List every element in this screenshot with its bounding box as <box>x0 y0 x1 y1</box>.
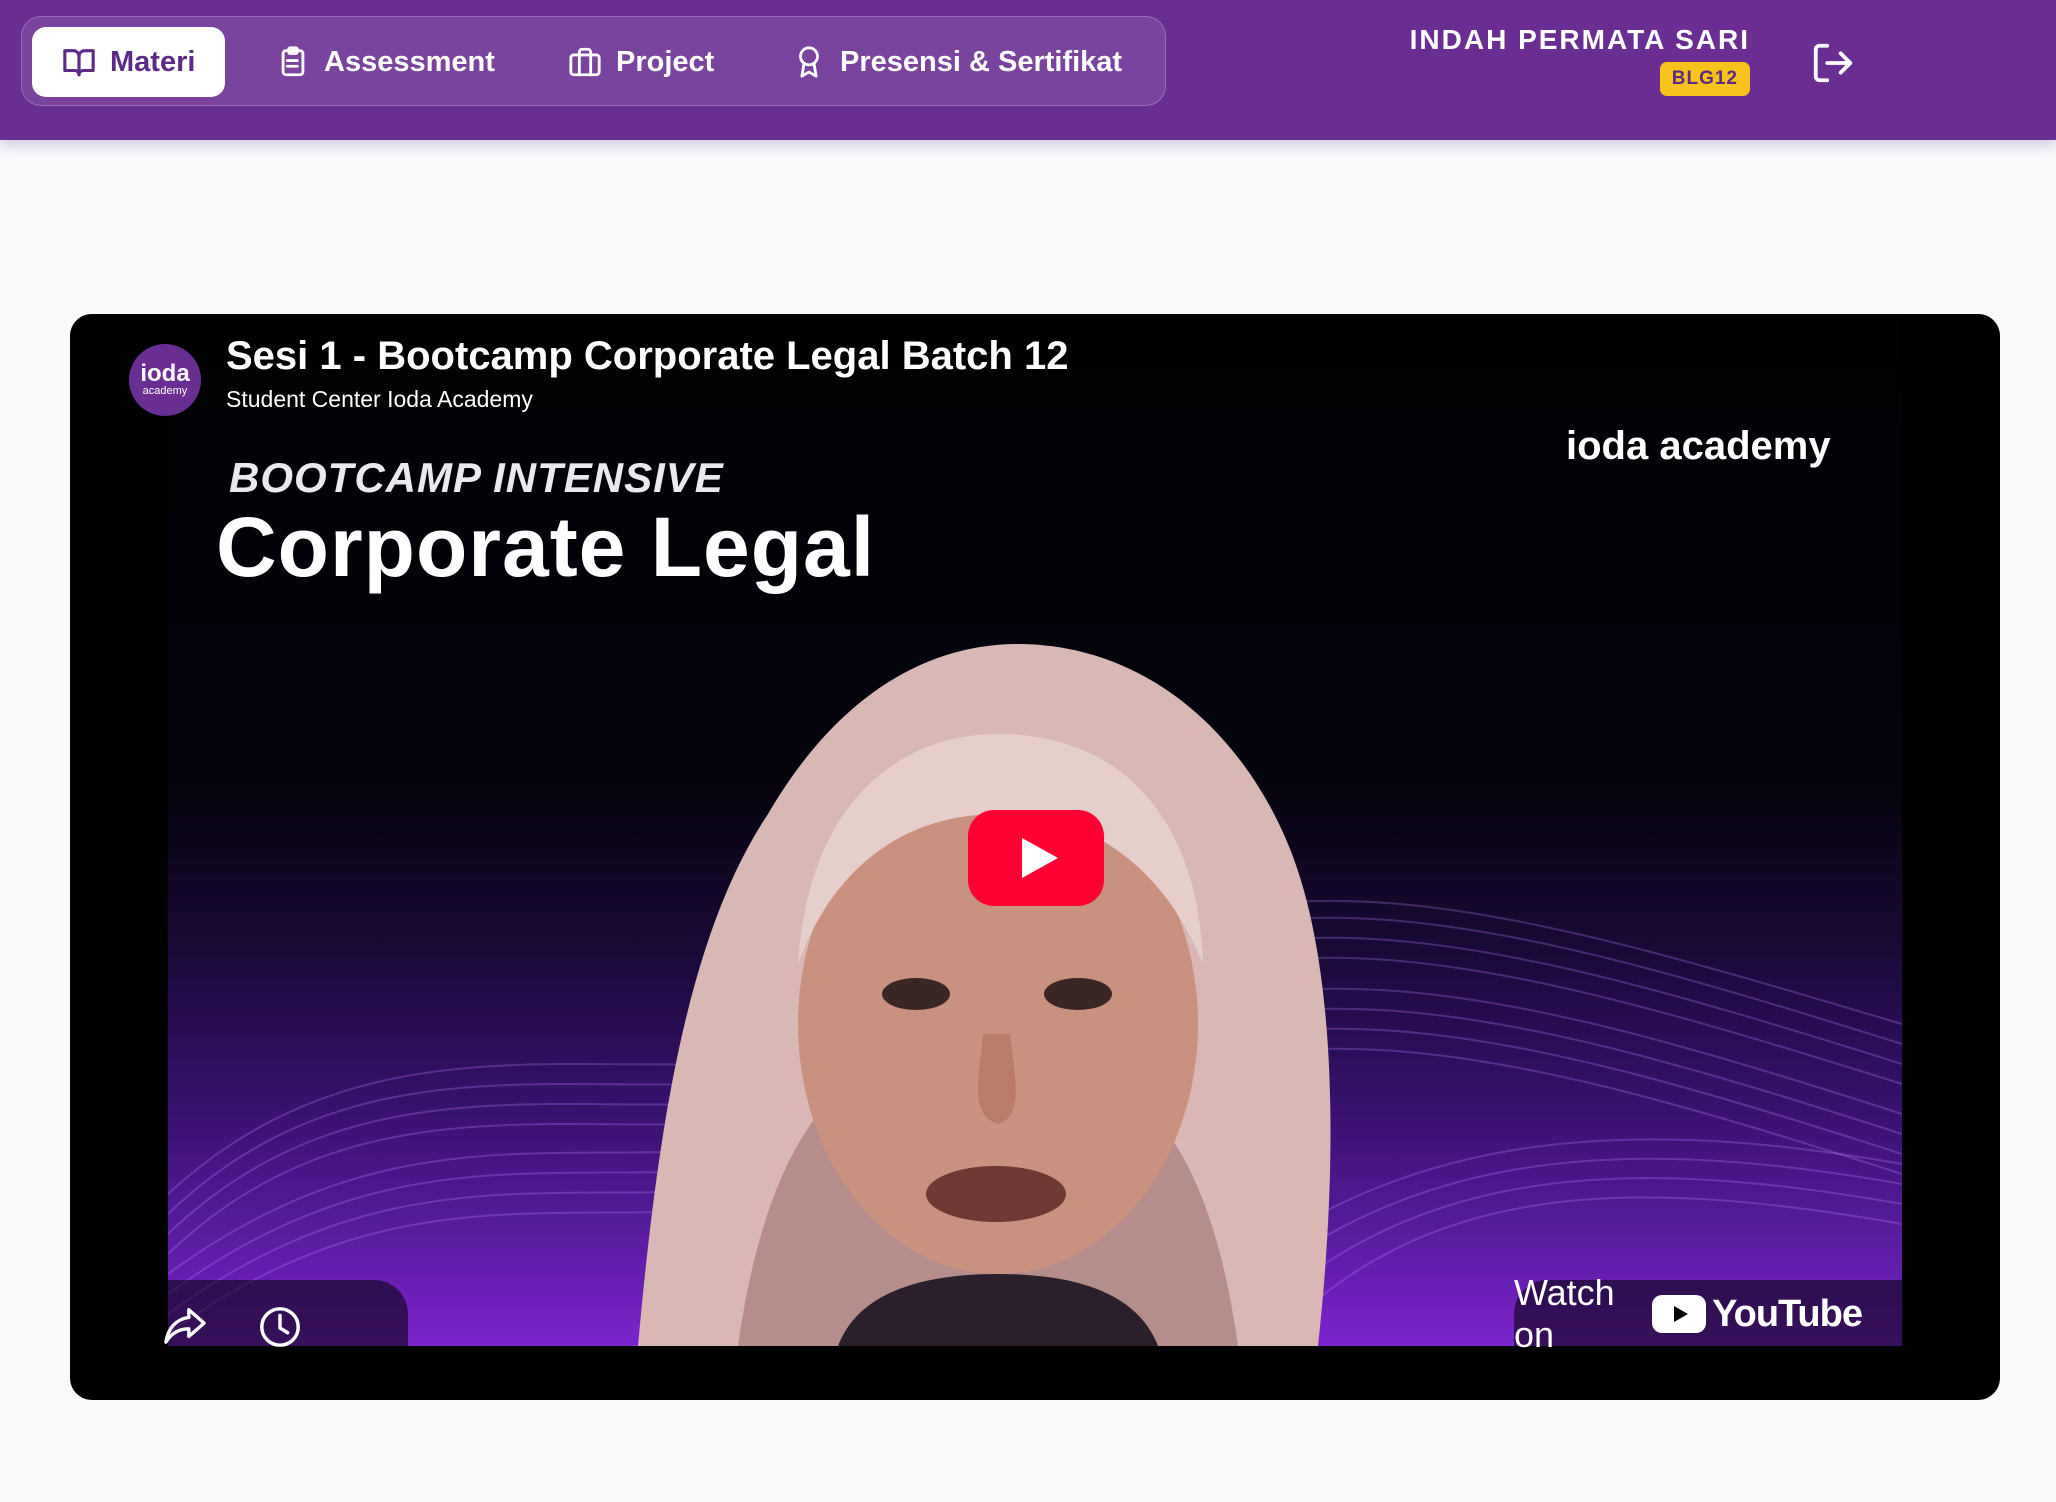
channel-avatar-text: ioda <box>140 360 190 387</box>
logout-icon[interactable] <box>1810 40 1856 86</box>
channel-avatar[interactable]: ioda academy <box>129 344 201 416</box>
user-name: INDAH PERMATA SARI <box>1409 24 1750 55</box>
nav-tab-label: Materi <box>110 45 196 78</box>
nav-tab-materi[interactable]: Materi <box>32 27 226 97</box>
share-icon[interactable] <box>162 1304 208 1346</box>
award-ribbon-icon <box>799 46 819 78</box>
youtube-logo: YouTube <box>1652 1292 1863 1336</box>
video-title[interactable]: Sesi 1 - Bootcamp Corporate Legal Batch … <box>226 334 1068 379</box>
top-navigation-bar: Materi Assessment Project Presensi & Ser… <box>0 0 2056 140</box>
user-info: INDAH PERMATA SARI BLG12 <box>1410 24 1750 96</box>
nav-tab-presensi-sertifikat[interactable]: Presensi & Sertifikat <box>792 27 1122 97</box>
thumbnail-title: Corporate Legal <box>216 500 876 594</box>
presenter-image <box>638 644 1331 1346</box>
channel-avatar-subtext: academy <box>142 385 188 397</box>
user-batch-badge: BLG12 <box>1659 62 1750 96</box>
clipboard-list-icon <box>281 46 305 77</box>
video-embed[interactable]: BOOTCAMP INTENSIVE Corporate Legal ioda … <box>70 314 2000 1400</box>
youtube-logo-icon <box>1652 1295 1707 1333</box>
youtube-wordmark: YouTube <box>1712 1292 1863 1335</box>
book-open-icon <box>63 49 95 77</box>
nav-tab-label: Presensi & Sertifikat <box>840 45 1123 78</box>
nav-tab-project[interactable]: Project <box>568 27 714 97</box>
nav-tab-assessment[interactable]: Assessment <box>276 27 495 97</box>
video-channel-name[interactable]: Student Center Ioda Academy <box>226 386 533 413</box>
watch-on-youtube-link[interactable]: Watch on YouTube <box>1514 1272 1902 1355</box>
watch-later-clock-icon[interactable] <box>257 1304 303 1350</box>
briefcase-icon <box>569 47 601 77</box>
thumbnail-subtitle: BOOTCAMP INTENSIVE <box>229 454 724 501</box>
youtube-play-button[interactable] <box>968 810 1104 906</box>
main-nav: Materi Assessment Project Presensi & Ser… <box>21 16 1166 106</box>
watch-on-label: Watch on <box>1514 1272 1615 1355</box>
nav-tab-label: Project <box>616 45 715 78</box>
nav-tab-label: Assessment <box>324 45 495 78</box>
